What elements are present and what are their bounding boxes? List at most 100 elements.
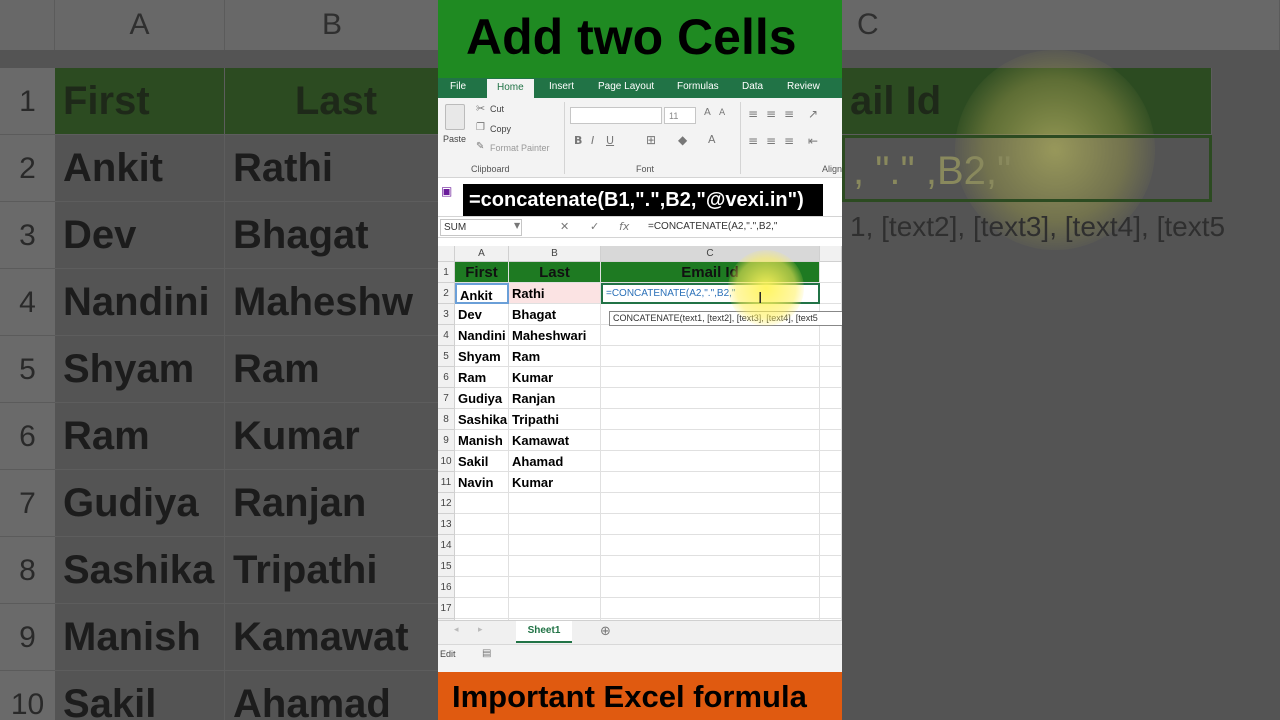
- paste-icon[interactable]: [445, 104, 465, 130]
- cell-email[interactable]: [601, 388, 820, 409]
- cut-button[interactable]: Cut: [490, 104, 504, 114]
- font-name-combo[interactable]: [570, 107, 662, 124]
- column-header-d[interactable]: [820, 246, 842, 262]
- formula-input[interactable]: =CONCATENATE(A2,".",B2,": [648, 221, 777, 232]
- name-box[interactable]: SUM: [440, 219, 522, 236]
- empty-cell[interactable]: [455, 577, 509, 598]
- row-header[interactable]: 4: [438, 325, 455, 346]
- chevron-down-icon[interactable]: ▼: [514, 221, 520, 230]
- empty-cell[interactable]: [601, 556, 820, 577]
- orientation-icon[interactable]: ↗: [808, 107, 818, 121]
- cell-last-name[interactable]: Tripathi: [509, 409, 601, 430]
- row-header[interactable]: 7: [438, 388, 455, 409]
- insert-function-icon[interactable]: fx: [619, 220, 629, 233]
- underline-icon[interactable]: U: [606, 134, 614, 147]
- cancel-icon[interactable]: ✕: [560, 220, 569, 233]
- tab-review[interactable]: Review: [787, 81, 820, 92]
- row-header[interactable]: 10: [438, 451, 455, 472]
- cell-email[interactable]: [601, 472, 820, 493]
- middle-align-icon[interactable]: ≡: [766, 107, 776, 121]
- tab-page-layout[interactable]: Page Layout: [598, 81, 654, 92]
- tab-home[interactable]: Home: [487, 79, 534, 98]
- cell[interactable]: [820, 451, 842, 472]
- empty-cell[interactable]: [601, 598, 820, 619]
- empty-cell[interactable]: [509, 514, 601, 535]
- empty-cell[interactable]: [509, 493, 601, 514]
- cell-last-name[interactable]: Kumar: [509, 367, 601, 388]
- macro-record-icon[interactable]: ▤: [482, 648, 491, 659]
- align-center-icon[interactable]: ≡: [766, 134, 776, 148]
- align-right-icon[interactable]: ≡: [784, 134, 794, 148]
- cell-email[interactable]: [601, 409, 820, 430]
- top-align-icon[interactable]: ≡: [748, 107, 758, 121]
- scroll-right-icon[interactable]: ▸: [478, 625, 483, 635]
- cell-last-name[interactable]: Rathi: [509, 283, 601, 304]
- font-color-icon[interactable]: A: [708, 133, 716, 146]
- bold-icon[interactable]: B: [574, 134, 582, 147]
- tab-file[interactable]: File: [450, 81, 466, 92]
- empty-cell[interactable]: [455, 598, 509, 619]
- borders-icon[interactable]: ⊞: [646, 133, 656, 147]
- cell-last-name[interactable]: Ranjan: [509, 388, 601, 409]
- empty-cell[interactable]: [601, 535, 820, 556]
- cell-last-name[interactable]: Ram: [509, 346, 601, 367]
- cell-email[interactable]: [601, 430, 820, 451]
- cell-last-name[interactable]: Ahamad: [509, 451, 601, 472]
- cell-last-name[interactable]: Bhagat: [509, 304, 601, 325]
- copy-button[interactable]: Copy: [490, 124, 511, 134]
- cell-first-name[interactable]: Nandini: [455, 325, 509, 346]
- empty-cell[interactable]: [820, 493, 842, 514]
- empty-cell[interactable]: [601, 577, 820, 598]
- row-header[interactable]: 15: [438, 556, 455, 577]
- empty-cell[interactable]: [820, 598, 842, 619]
- header-cell-first[interactable]: First: [455, 262, 509, 283]
- header-cell-last[interactable]: Last: [509, 262, 601, 283]
- shrink-font-icon[interactable]: A: [719, 108, 725, 118]
- cell-first-name[interactable]: Sakil: [455, 451, 509, 472]
- empty-cell[interactable]: [509, 577, 601, 598]
- empty-cell[interactable]: [509, 598, 601, 619]
- row-header[interactable]: 2: [438, 283, 455, 304]
- cell-email[interactable]: [601, 367, 820, 388]
- empty-cell[interactable]: [820, 535, 842, 556]
- row-header[interactable]: 17: [438, 598, 455, 619]
- cell[interactable]: [820, 430, 842, 451]
- empty-cell[interactable]: [601, 493, 820, 514]
- empty-cell[interactable]: [820, 514, 842, 535]
- cell-last-name[interactable]: Kamawat: [509, 430, 601, 451]
- font-size-combo[interactable]: 11: [664, 107, 696, 124]
- empty-cell[interactable]: [455, 493, 509, 514]
- cell-first-name[interactable]: Ankit: [455, 283, 509, 304]
- grow-font-icon[interactable]: A: [704, 107, 711, 118]
- tab-formulas[interactable]: Formulas: [677, 81, 719, 92]
- empty-cell[interactable]: [455, 556, 509, 577]
- scroll-left-icon[interactable]: ◂: [454, 625, 459, 635]
- cell[interactable]: [820, 367, 842, 388]
- column-header-b[interactable]: B: [509, 246, 601, 262]
- format-painter-button[interactable]: Format Painter: [490, 143, 550, 153]
- indent-icon[interactable]: ⇤: [808, 134, 818, 148]
- row-header[interactable]: 1: [438, 262, 455, 283]
- fill-color-icon[interactable]: ◆: [678, 133, 687, 147]
- row-header[interactable]: 11: [438, 472, 455, 493]
- cell-first-name[interactable]: Sashika: [455, 409, 509, 430]
- row-header[interactable]: 6: [438, 367, 455, 388]
- empty-cell[interactable]: [601, 514, 820, 535]
- row-header[interactable]: 8: [438, 409, 455, 430]
- row-header[interactable]: 9: [438, 430, 455, 451]
- cell-first-name[interactable]: Dev: [455, 304, 509, 325]
- cell-first-name[interactable]: Manish: [455, 430, 509, 451]
- cell-last-name[interactable]: Kumar: [509, 472, 601, 493]
- cell[interactable]: [820, 262, 842, 283]
- enter-icon[interactable]: ✓: [590, 220, 599, 233]
- save-icon[interactable]: ▣: [441, 184, 452, 198]
- column-header-a[interactable]: A: [455, 246, 509, 262]
- scissors-icon[interactable]: ✂: [476, 102, 485, 115]
- cell-email[interactable]: [601, 325, 820, 346]
- cell-first-name[interactable]: Shyam: [455, 346, 509, 367]
- format-painter-icon[interactable]: ✎: [476, 141, 484, 152]
- empty-cell[interactable]: [455, 514, 509, 535]
- cell-first-name[interactable]: Gudiya: [455, 388, 509, 409]
- empty-cell[interactable]: [820, 556, 842, 577]
- cell-last-name[interactable]: Maheshwari: [509, 325, 601, 346]
